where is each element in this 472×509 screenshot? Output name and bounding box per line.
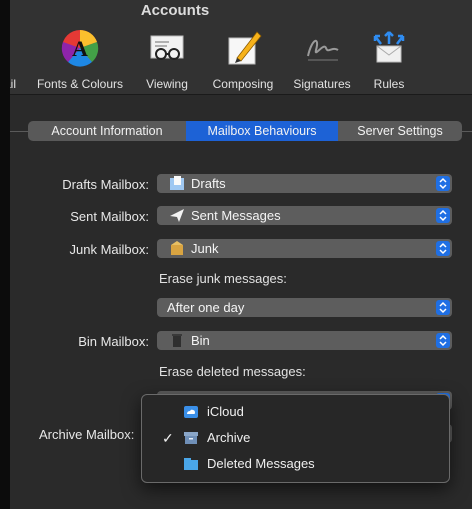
drafts-mailbox-popup[interactable]: Drafts [157,174,452,193]
signature-icon [307,40,339,61]
drafts-folder-icon [170,176,184,190]
icloud-icon [184,406,198,418]
archive-mailbox-label: Archive Mailbox: [39,427,135,442]
archive-mailbox-menu: iCloud ✓ Archive Deleted Messages [141,394,450,483]
bin-mailbox-value: Bin [191,333,210,348]
toolbar-item-label: Viewing [146,77,188,91]
menu-item-label: iCloud [207,404,244,419]
checkmark-icon: ✓ [162,430,174,446]
menu-item-archive[interactable]: ✓ Archive [142,427,449,449]
menu-item-icloud[interactable]: iCloud [142,401,449,423]
folder-icon [184,458,198,470]
chevron-up-down-icon [436,333,450,348]
color-wheel-icon: A [61,29,99,67]
chevron-up-down-icon [436,176,450,191]
rules-envelope-icon [373,31,405,63]
erase-junk-value: After one day [167,300,245,315]
svg-text:A: A [72,36,88,61]
toolbar-item-label: Signatures [293,77,351,91]
drafts-mailbox-label: Drafts Mailbox: [62,177,149,192]
accounts-window: Accounts ail A Fonts & Colours [10,0,472,509]
toolbar-item-label: Composing [212,77,274,91]
paper-plane-icon [170,209,184,222]
chevron-up-down-icon [436,241,450,256]
toolbar-item-label: Fonts & Colours [36,77,124,91]
toolbar-item-composing[interactable]: Composing [204,28,282,92]
menu-item-label: Archive [207,430,251,445]
bin-mailbox-popup[interactable]: Bin [157,331,452,350]
toolbar-item-label: Rules [373,77,405,91]
tab-server-settings[interactable]: Server Settings [338,121,462,141]
tab-account-information[interactable]: Account Information [28,121,186,141]
menu-item-label: Deleted Messages [207,456,315,471]
erase-deleted-label: Erase deleted messages: [159,364,306,379]
bin-icon [172,334,182,347]
title-bar: Accounts [10,0,472,24]
junk-mailbox-label: Junk Mailbox: [69,242,149,257]
toolbar-item-fonts-colours[interactable]: A Fonts & Colours [30,28,130,92]
erase-junk-popup[interactable]: After one day [157,298,452,317]
sent-mailbox-value: Sent Messages [191,208,281,223]
preferences-toolbar: ail A Fonts & Colours Viewing [10,24,472,95]
toolbar-item-viewing[interactable]: Viewing [137,28,197,92]
toolbar-item-label: ail [10,77,17,91]
sent-mailbox-label: Sent Mailbox: [70,209,149,224]
window-title: Accounts [140,2,210,19]
toolbar-item-rules[interactable]: Rules [359,28,419,92]
toolbar-item-signatures[interactable]: Signatures [289,28,355,92]
chevron-up-down-icon [436,300,450,315]
toolbar-item-mail[interactable]: ail [10,28,24,92]
menu-item-deleted-messages[interactable]: Deleted Messages [142,453,449,475]
tab-mailbox-behaviours[interactable]: Mailbox Behaviours [186,121,338,141]
junk-mailbox-popup[interactable]: Junk [157,239,452,258]
junk-box-icon [171,241,183,255]
bin-mailbox-label: Bin Mailbox: [78,334,149,349]
viewing-glasses-icon [150,35,184,60]
erase-junk-label: Erase junk messages: [159,271,287,286]
chevron-up-down-icon [436,208,450,223]
archive-box-icon [184,432,198,444]
drafts-mailbox-value: Drafts [191,176,226,191]
pencil-paper-icon [228,31,262,65]
junk-mailbox-value: Junk [191,241,219,256]
sent-mailbox-popup[interactable]: Sent Messages [157,206,452,225]
